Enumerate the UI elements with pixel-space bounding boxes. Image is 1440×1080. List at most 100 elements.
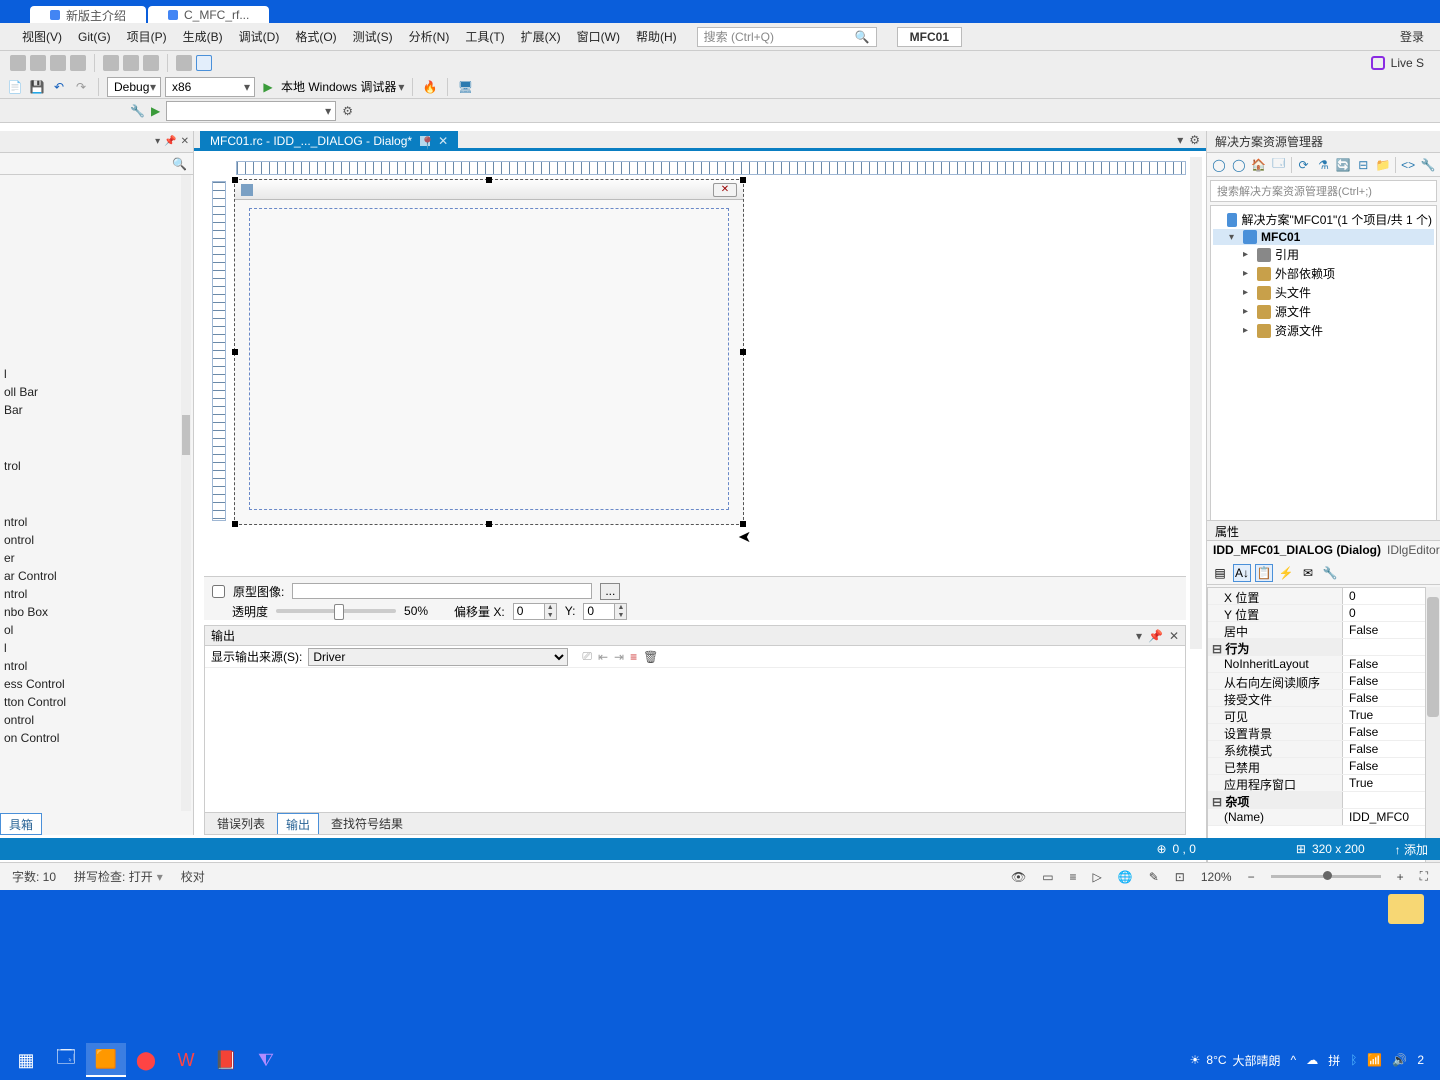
taskbar-app-wps[interactable]: W: [166, 1043, 206, 1077]
project-selector[interactable]: MFC01: [897, 27, 962, 47]
web-layout-icon[interactable]: ≡: [1070, 870, 1077, 884]
undo-icon[interactable]: ↶: [50, 78, 68, 96]
toolbox-item[interactable]: er: [0, 549, 193, 567]
chevron-right-icon[interactable]: ▸: [1243, 287, 1253, 298]
scrollbar[interactable]: [181, 175, 191, 811]
tree-resources-node[interactable]: ▸资源文件: [1213, 321, 1434, 340]
process-dropdown[interactable]: [166, 101, 336, 121]
tray-chevron-icon[interactable]: ^: [1291, 1053, 1297, 1067]
property-value[interactable]: False: [1343, 741, 1425, 757]
settings-icon[interactable]: ⚙: [342, 104, 353, 118]
toolbox-item[interactable]: l: [0, 365, 193, 383]
filter-icon[interactable]: ⚗: [1316, 157, 1332, 173]
property-row[interactable]: 从右向左阅读顺序False: [1208, 673, 1425, 690]
wrench-icon[interactable]: 🔧: [130, 104, 145, 118]
print-layout-icon[interactable]: ▭: [1042, 870, 1053, 884]
word-count[interactable]: 字数: 10: [12, 868, 56, 885]
home-icon[interactable]: 🏠: [1251, 157, 1267, 173]
browser-debug-icon[interactable]: 🖥: [456, 78, 474, 96]
chevron-down-icon[interactable]: ▾: [1229, 232, 1239, 243]
toolbox-item[interactable]: ess Control: [0, 675, 193, 693]
property-row[interactable]: 接受文件False: [1208, 690, 1425, 707]
pending-icon[interactable]: ⟳: [1296, 157, 1312, 173]
browse-button[interactable]: ...: [600, 583, 620, 600]
chevron-down-icon[interactable]: ▾: [157, 870, 163, 884]
menu-extensions[interactable]: 扩展(X): [513, 24, 569, 49]
indent-icon[interactable]: ⇤: [598, 650, 608, 664]
property-value[interactable]: False: [1343, 724, 1425, 740]
liveshare-label[interactable]: Live S: [1391, 56, 1424, 70]
property-value[interactable]: False: [1343, 673, 1425, 689]
taskbar-app-vs[interactable]: ⧨: [246, 1043, 286, 1077]
property-row[interactable]: NoInheritLayoutFalse: [1208, 656, 1425, 673]
quick-search[interactable]: 搜索 (Ctrl+Q)🔍: [697, 27, 877, 47]
show-all-icon[interactable]: 📁: [1375, 157, 1391, 173]
offset-x-input[interactable]: [514, 604, 544, 619]
property-category[interactable]: 杂项: [1208, 792, 1425, 809]
sync-icon[interactable]: 🔄: [1335, 157, 1351, 173]
property-row[interactable]: 系统模式False: [1208, 741, 1425, 758]
ruler-horizontal[interactable]: [236, 161, 1186, 175]
close-button[interactable]: ✕: [713, 183, 737, 197]
zoom-in-button[interactable]: +: [1397, 870, 1404, 884]
property-row[interactable]: 设置背景False: [1208, 724, 1425, 741]
offset-y-spinner[interactable]: ▲▼: [583, 603, 627, 620]
clear-icon[interactable]: ⎚: [582, 649, 592, 664]
menu-format[interactable]: 格式(O): [287, 24, 344, 49]
same-size-icon[interactable]: [143, 55, 159, 71]
property-value[interactable]: False: [1343, 656, 1425, 672]
menu-debug[interactable]: 调试(D): [231, 24, 288, 49]
close-icon[interactable]: ✕: [181, 136, 189, 147]
property-value[interactable]: False: [1343, 622, 1425, 638]
property-value[interactable]: True: [1343, 707, 1425, 723]
liveshare-icon[interactable]: [1371, 56, 1385, 70]
tab-error-list[interactable]: 错误列表: [209, 813, 273, 834]
crop-icon[interactable]: ⊡: [1175, 870, 1185, 884]
chevron-right-icon[interactable]: ▸: [1243, 268, 1253, 279]
taskbar-app[interactable]: 🟧: [86, 1043, 126, 1077]
dropdown-icon[interactable]: ▾: [1177, 133, 1183, 147]
tree-references-node[interactable]: ▸引用: [1213, 245, 1434, 264]
property-row[interactable]: 居中False: [1208, 622, 1425, 639]
offset-x-spinner[interactable]: ▲▼: [513, 603, 557, 620]
tray-volume-icon[interactable]: 🔊: [1392, 1053, 1407, 1067]
chevron-down-icon[interactable]: ▾: [398, 80, 404, 94]
taskbar-app-record[interactable]: ⬤: [126, 1043, 166, 1077]
tree-source-node[interactable]: ▸源文件: [1213, 302, 1434, 321]
prototype-checkbox[interactable]: [212, 585, 225, 598]
play-icon[interactable]: ▶: [151, 104, 160, 118]
code-icon[interactable]: <>: [1400, 157, 1416, 173]
property-value[interactable]: IDD_MFC0: [1343, 809, 1425, 825]
outdent-icon[interactable]: ⇥: [614, 650, 624, 664]
spellcheck-status[interactable]: 拼写检查: 打开: [74, 868, 153, 885]
dialog-titlebar[interactable]: ✕: [235, 180, 743, 200]
menu-view[interactable]: 视图(V): [14, 24, 70, 49]
gear-icon[interactable]: ⚙: [1189, 133, 1200, 147]
categorized-icon[interactable]: ▤: [1211, 564, 1229, 582]
menu-build[interactable]: 生成(B): [175, 24, 231, 49]
messages-icon[interactable]: ✉: [1299, 564, 1317, 582]
property-row[interactable]: (Name)IDD_MFC0: [1208, 809, 1425, 826]
toolbox-item[interactable]: trol: [0, 457, 193, 475]
new-icon[interactable]: 📄: [6, 78, 24, 96]
alphabetical-icon[interactable]: A↓: [1233, 564, 1251, 582]
add-to-source-control[interactable]: ↑ 添加: [1395, 841, 1428, 858]
tree-solution-node[interactable]: 解决方案"MFC01"(1 个项目/共 1 个): [1213, 210, 1434, 229]
resize-handle[interactable]: [740, 177, 746, 183]
toolbox-item[interactable]: ontrol: [0, 711, 193, 729]
property-value[interactable]: True: [1343, 775, 1425, 791]
align-top-icon[interactable]: [70, 55, 86, 71]
output-source-dropdown[interactable]: Driver: [308, 648, 568, 666]
opacity-slider[interactable]: [276, 609, 396, 613]
tray-input-method[interactable]: 拼: [1328, 1052, 1340, 1069]
property-row[interactable]: 应用程序窗口True: [1208, 775, 1425, 792]
chevron-right-icon[interactable]: ▸: [1243, 306, 1253, 317]
menu-project[interactable]: 项目(P): [119, 24, 175, 49]
document-tab[interactable]: MFC01.rc - IDD_..._DIALOG - Dialog* 📍 ✕: [200, 131, 458, 151]
toolbox-item[interactable]: ntrol: [0, 657, 193, 675]
toolbox-item[interactable]: ol: [0, 621, 193, 639]
browser-tab-2[interactable]: C_MFC_rf...: [148, 6, 269, 23]
menu-test[interactable]: 测试(S): [345, 24, 401, 49]
tab-output[interactable]: 输出: [277, 813, 319, 834]
taskbar-app[interactable]: 🗔: [46, 1043, 86, 1077]
